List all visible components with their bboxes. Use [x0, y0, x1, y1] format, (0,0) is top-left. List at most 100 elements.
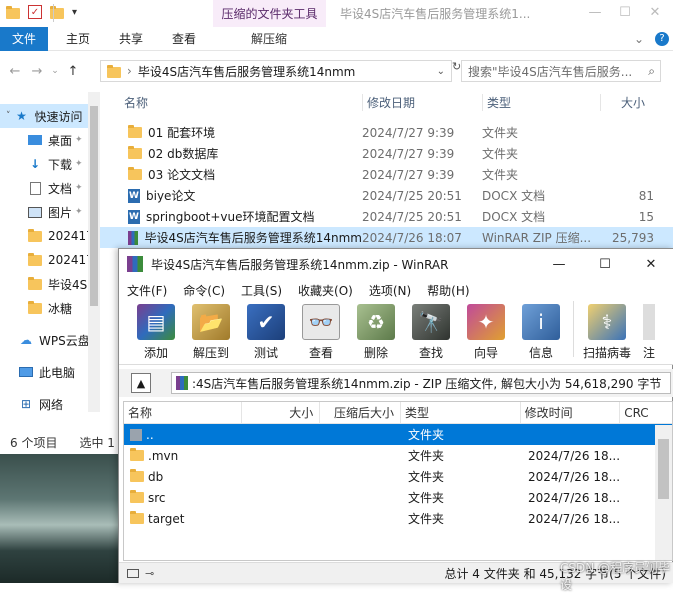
properties-icon[interactable]: ✓ [28, 5, 42, 19]
view-button[interactable]: 👓 查看 [298, 301, 344, 363]
winrar-archive-icon [128, 230, 139, 245]
nav-folder-3[interactable]: 毕设4S [0, 272, 100, 296]
archive-item-name: .. [146, 427, 154, 442]
file-row-selected[interactable]: 毕设4S店汽车售后服务管理系统14nmm 2024/7/26 18:07 Win… [100, 227, 673, 248]
file-row[interactable]: 01 配套环境 2024/7/27 9:39 文件夹 [100, 122, 673, 143]
minimize-button[interactable]: — [536, 252, 582, 276]
tab-view[interactable]: 查看 [154, 27, 214, 51]
archive-item-type: 文件夹 [408, 449, 445, 463]
file-row[interactable]: Wbiye论文 2024/7/25 20:51 DOCX 文档 81 [100, 185, 673, 206]
column-packed[interactable]: 压缩后大小 [320, 402, 402, 424]
menu-file[interactable]: 文件(F) [119, 279, 175, 301]
search-input[interactable]: 搜索"毕设4S店汽车售后服务... ⌕ [461, 60, 661, 82]
nav-wps-cloud[interactable]: ☁ WPS云盘 [0, 328, 100, 352]
breadcrumb[interactable]: 毕设4S店汽车售后服务管理系统14nmm [138, 63, 356, 80]
column-crc[interactable]: CRC [620, 402, 672, 424]
find-button[interactable]: 🔭 查找 [408, 301, 454, 363]
up-button[interactable]: ↑ [62, 60, 84, 82]
nav-quick-access[interactable]: ˅ ★ 快速访问 [0, 104, 100, 128]
chevron-down-icon[interactable]: ˅ [6, 111, 11, 121]
extract-to-button[interactable]: 📂 解压到 [188, 301, 234, 363]
file-row[interactable]: Wspringboot+vue环境配置文档 2024/7/25 20:51 DO… [100, 206, 673, 227]
tab-file[interactable]: 文件 [0, 26, 48, 51]
customize-icon[interactable]: ▾ [72, 7, 77, 18]
file-type: 文件夹 [482, 147, 519, 161]
tab-home[interactable]: 主页 [48, 27, 108, 51]
nav-folder-4[interactable]: 冰糖 [0, 296, 100, 320]
column-name[interactable]: 名称 [124, 402, 242, 424]
column-name[interactable]: 名称 [100, 94, 362, 111]
add-button[interactable]: ▤ 添加 [133, 301, 179, 363]
maximize-button[interactable]: ☐ [582, 252, 628, 276]
up-folder-button[interactable]: ▲ [131, 373, 151, 393]
column-modified[interactable]: 修改时间 [521, 402, 621, 424]
file-row[interactable]: 02 db数据库 2024/7/27 9:39 文件夹 [100, 143, 673, 164]
compressed-folder-tools-tab[interactable]: 压缩的文件夹工具 [213, 0, 326, 27]
archive-list-scrollbar[interactable] [655, 425, 672, 560]
close-button[interactable]: ✕ [628, 252, 673, 276]
column-size[interactable]: 大小 [600, 93, 660, 111]
file-row[interactable]: 03 论文文档 2024/7/27 9:39 文件夹 [100, 164, 673, 185]
nav-documents[interactable]: 文档 ✦ [0, 176, 100, 200]
scrollbar-thumb[interactable] [90, 106, 98, 306]
scan-virus-button[interactable]: ⚕ 扫描病毒 [580, 301, 634, 363]
nav-network[interactable]: ⊞ 网络 [0, 392, 100, 416]
archive-row-selected[interactable]: .. 文件夹 [124, 424, 672, 445]
ribbon-expand-icon[interactable]: ⌄ [627, 27, 651, 51]
nav-label: 202417 [48, 253, 94, 267]
column-size[interactable]: 大小 [242, 402, 321, 424]
nav-downloads[interactable]: ↓ 下载 ✦ [0, 152, 100, 176]
menu-options[interactable]: 选项(N) [361, 279, 419, 301]
maximize-button[interactable]: ☐ [610, 0, 640, 24]
column-type[interactable]: 类型 [482, 93, 600, 111]
navigation-scrollbar[interactable] [88, 92, 100, 412]
file-date: 2024/7/27 9:39 [362, 146, 455, 161]
tab-share[interactable]: 共享 [108, 27, 154, 51]
archive-item-name: target [148, 511, 185, 526]
nav-folder-2[interactable]: 202417 [0, 248, 100, 272]
close-button[interactable]: ✕ [640, 0, 670, 24]
archive-row[interactable]: src 文件夹 2024/7/26 18... [124, 487, 672, 508]
column-type[interactable]: 类型 [401, 402, 521, 424]
watermark: CSDN @程序员侧毕设 [560, 561, 671, 592]
nav-pictures[interactable]: 图片 ✦ [0, 200, 100, 224]
menu-favorites[interactable]: 收藏夹(O) [290, 279, 361, 301]
nav-label: 此电脑 [39, 365, 76, 380]
extract-icon: 📂 [192, 304, 230, 340]
file-date: 2024/7/27 9:39 [362, 125, 455, 140]
test-button[interactable]: ✔ 测试 [243, 301, 289, 363]
column-date[interactable]: 修改日期 [362, 93, 482, 111]
archive-row[interactable]: db 文件夹 2024/7/26 18... [124, 466, 672, 487]
archive-path-field[interactable]: :4S店汽车售后服务管理系统14nmm.zip - ZIP 压缩文件, 解包大小… [171, 372, 671, 394]
breadcrumb-separator-icon: › [127, 64, 132, 78]
refresh-icon[interactable]: ↻ [452, 60, 461, 82]
address-dropdown-icon[interactable]: ⌄ [437, 66, 445, 77]
comment-button[interactable]: 注 [643, 301, 655, 363]
nav-desktop[interactable]: 桌面 ✦ [0, 128, 100, 152]
wizard-button[interactable]: ✦ 向导 [463, 301, 509, 363]
tab-extract[interactable]: 解压缩 [214, 27, 324, 51]
info-button[interactable]: i 信息 [518, 301, 564, 363]
address-bar[interactable]: › 毕设4S店汽车售后服务管理系统14nmm ⌄ [100, 60, 452, 82]
scrollbar-thumb[interactable] [658, 439, 669, 499]
window-controls: — ☐ ✕ [580, 0, 670, 24]
archive-item-type: 文件夹 [408, 512, 445, 526]
back-button[interactable]: ← [4, 60, 26, 82]
menu-help[interactable]: 帮助(H) [419, 279, 477, 301]
delete-button[interactable]: ♻ 删除 [353, 301, 399, 363]
forward-button[interactable]: → [26, 60, 48, 82]
archive-row[interactable]: target 文件夹 2024/7/26 18... [124, 508, 672, 529]
info-icon: i [522, 304, 560, 340]
menu-tools[interactable]: 工具(S) [233, 279, 290, 301]
minimize-button[interactable]: — [580, 0, 610, 24]
download-icon: ↓ [29, 157, 41, 171]
file-name: 02 db数据库 [148, 147, 219, 161]
archive-row[interactable]: .mvn 文件夹 2024/7/26 18... [124, 445, 672, 466]
menu-commands[interactable]: 命令(C) [175, 279, 233, 301]
toolbar-label: 信息 [528, 346, 553, 360]
help-icon[interactable]: ? [651, 27, 673, 51]
file-list: 名称 修改日期 类型 大小 01 配套环境 2024/7/27 9:39 文件夹… [100, 88, 673, 258]
recent-locations-icon[interactable]: ⌄ [48, 60, 62, 82]
nav-this-pc[interactable]: 此电脑 [0, 360, 100, 384]
nav-folder-1[interactable]: 202417 [0, 224, 100, 248]
